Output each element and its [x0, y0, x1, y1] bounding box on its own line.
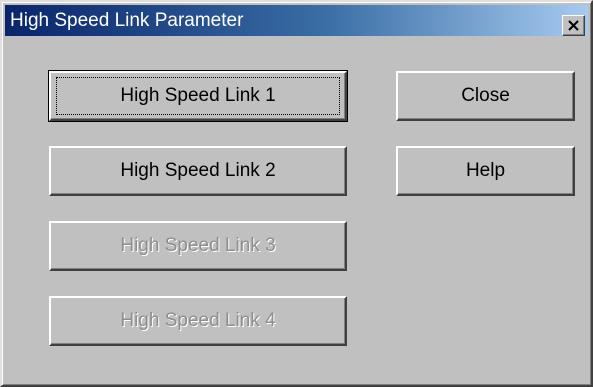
high-speed-link-3-label: High Speed Link 3 [120, 235, 276, 256]
window-title: High Speed Link Parameter [10, 10, 244, 31]
high-speed-link-3-button: High Speed Link 3 [49, 221, 347, 271]
help-button-label: Help [465, 160, 506, 181]
high-speed-link-1-label: High Speed Link 1 [120, 85, 276, 106]
high-speed-link-2-label: High Speed Link 2 [120, 160, 276, 181]
help-button[interactable]: Help [396, 146, 575, 196]
high-speed-link-4-button: High Speed Link 4 [49, 296, 347, 346]
dialog-window: High Speed Link Parameter High Speed Lin… [0, 0, 593, 387]
title-bar[interactable]: High Speed Link Parameter [5, 5, 588, 36]
close-button-label: Close [461, 85, 510, 106]
close-x-icon [568, 20, 579, 31]
close-button[interactable]: Close [396, 71, 575, 121]
high-speed-link-2-button[interactable]: High Speed Link 2 [49, 146, 347, 196]
high-speed-link-1-button[interactable]: High Speed Link 1 [48, 70, 348, 122]
high-speed-link-4-label: High Speed Link 4 [120, 310, 276, 331]
close-window-button[interactable] [562, 15, 585, 36]
